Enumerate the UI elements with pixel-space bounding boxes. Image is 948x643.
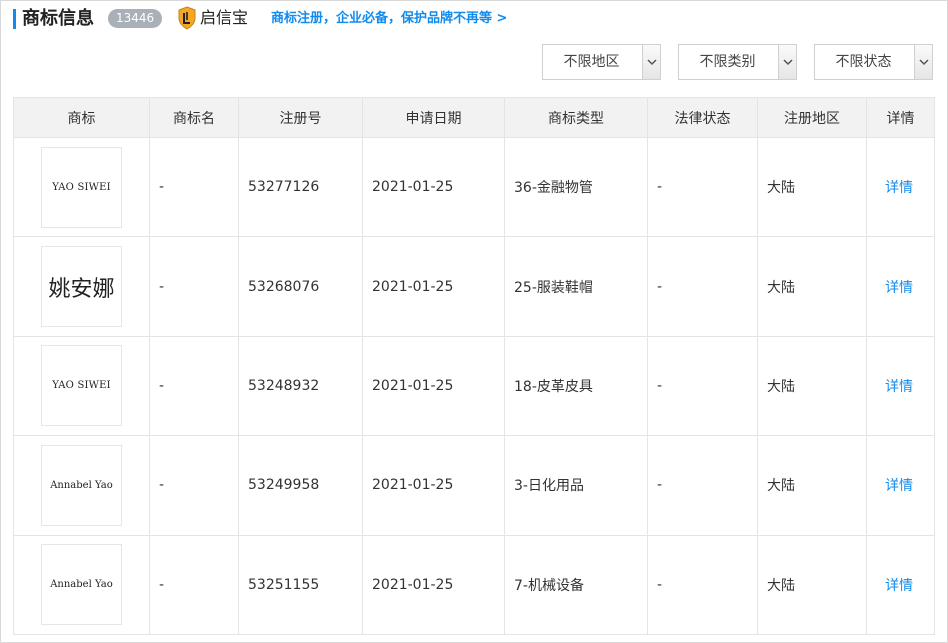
name-cell: - xyxy=(149,534,239,635)
detail-cell: 详情 xyxy=(866,136,935,238)
status-cell: - xyxy=(647,335,758,437)
detail-cell: 详情 xyxy=(866,335,935,437)
detail-cell: 详情 xyxy=(866,534,935,635)
detail-link[interactable]: 详情 xyxy=(885,578,913,594)
brand-name: 启信宝 xyxy=(200,8,249,27)
trademark-register-promo-link[interactable]: 商标注册，企业必备，保护品牌不再等 > xyxy=(271,9,507,29)
table-row: YAO SIWEI - 53277126 2021-01-25 36-金融物管 … xyxy=(13,136,935,238)
table-header-row: 商标 商标名 注册号 申请日期 商标类型 法律状态 注册地区 详情 xyxy=(13,97,935,138)
column-header-logo: 商标 xyxy=(13,97,150,138)
date-cell: 2021-01-25 xyxy=(362,435,505,536)
trademark-logo-image[interactable]: Annabel Yao xyxy=(41,444,122,526)
table-row: 姚安娜 - 53268076 2021-01-25 25-服装鞋帽 - 大陆 详… xyxy=(13,236,935,337)
region-cell: 大陆 xyxy=(757,435,867,536)
table-row: YAO SIWEI - 53248932 2021-01-25 18-皮革皮具 … xyxy=(13,335,935,437)
category-filter-select[interactable]: 不限类别 xyxy=(678,44,797,80)
type-cell: 18-皮革皮具 xyxy=(504,335,648,437)
type-cell: 7-机械设备 xyxy=(504,534,648,635)
table-row: Annabel Yao - 53249958 2021-01-25 3-日化用品… xyxy=(13,435,935,536)
detail-link[interactable]: 详情 xyxy=(885,478,913,494)
column-header-detail: 详情 xyxy=(866,97,935,138)
trademark-logo-text: YAO SIWEI xyxy=(52,181,111,193)
title-accent-bar xyxy=(13,9,16,29)
name-cell: - xyxy=(149,435,239,536)
reg-no-cell: 53249958 xyxy=(238,435,363,536)
reg-no-cell: 53277126 xyxy=(238,136,363,238)
date-cell: 2021-01-25 xyxy=(362,335,505,437)
name-cell: - xyxy=(149,335,239,437)
category-filter-dropdown-button[interactable] xyxy=(778,45,796,79)
reg-no-cell: 53248932 xyxy=(238,335,363,437)
region-filter-dropdown-button[interactable] xyxy=(642,45,660,79)
region-cell: 大陆 xyxy=(757,236,867,337)
logo-cell: YAO SIWEI xyxy=(13,136,150,238)
panel-header: 商标信息 13446 启信宝 商标注册，企业必备，保护品牌不再等 > xyxy=(1,1,948,37)
category-filter-value: 不限类别 xyxy=(699,54,756,70)
qixinbao-brand: 启信宝 xyxy=(177,5,248,31)
trademark-logo-text: 姚安娜 xyxy=(48,276,115,302)
status-cell: - xyxy=(647,435,758,536)
chevron-down-icon xyxy=(783,59,793,66)
column-header-region: 注册地区 xyxy=(757,97,867,138)
status-cell: - xyxy=(647,534,758,635)
region-cell: 大陆 xyxy=(757,534,867,635)
detail-cell: 详情 xyxy=(866,236,935,337)
region-filter-value: 不限地区 xyxy=(563,54,620,70)
column-header-name: 商标名 xyxy=(149,97,239,138)
table-row: Annabel Yao - 53251155 2021-01-25 7-机械设备… xyxy=(13,534,935,635)
trademark-logo-text: Annabel Yao xyxy=(50,579,113,591)
reg-no-cell: 53251155 xyxy=(238,534,363,635)
detail-cell: 详情 xyxy=(866,435,935,536)
trademark-logo-image[interactable]: Annabel Yao xyxy=(41,544,122,626)
type-cell: 3-日化用品 xyxy=(504,435,648,536)
trademark-logo-image[interactable]: YAO SIWEI xyxy=(41,345,122,427)
date-cell: 2021-01-25 xyxy=(362,136,505,238)
status-filter-value: 不限状态 xyxy=(835,54,892,70)
chevron-down-icon xyxy=(919,59,929,66)
detail-link[interactable]: 详情 xyxy=(885,379,913,395)
column-header-date: 申请日期 xyxy=(362,97,505,138)
status-filter-dropdown-button[interactable] xyxy=(914,45,932,79)
trademark-logo-text: YAO SIWEI xyxy=(52,380,111,392)
count-badge: 13446 xyxy=(108,9,163,28)
date-cell: 2021-01-25 xyxy=(362,534,505,635)
trademark-logo-text: Annabel Yao xyxy=(50,479,113,491)
detail-link[interactable]: 详情 xyxy=(885,180,913,196)
reg-no-cell: 53268076 xyxy=(238,236,363,337)
detail-link[interactable]: 详情 xyxy=(885,280,913,296)
logo-cell: Annabel Yao xyxy=(13,435,150,536)
qixinbao-shield-icon xyxy=(177,6,197,30)
trademark-panel: 商标信息 13446 启信宝 商标注册，企业必备，保护品牌不再等 > 不限地区 … xyxy=(0,0,948,643)
logo-cell: YAO SIWEI xyxy=(13,335,150,437)
type-cell: 36-金融物管 xyxy=(504,136,648,238)
type-cell: 25-服装鞋帽 xyxy=(504,236,648,337)
column-header-reg-no: 注册号 xyxy=(238,97,363,138)
trademark-table: 商标 商标名 注册号 申请日期 商标类型 法律状态 注册地区 详情 YAO SI… xyxy=(13,97,935,635)
column-header-type: 商标类型 xyxy=(504,97,648,138)
trademark-logo-image[interactable]: 姚安娜 xyxy=(41,246,122,328)
date-cell: 2021-01-25 xyxy=(362,236,505,337)
status-cell: - xyxy=(647,136,758,238)
trademark-logo-image[interactable]: YAO SIWEI xyxy=(41,146,122,228)
name-cell: - xyxy=(149,136,239,238)
column-header-status: 法律状态 xyxy=(647,97,758,138)
chevron-down-icon xyxy=(647,59,657,66)
region-cell: 大陆 xyxy=(757,136,867,238)
name-cell: - xyxy=(149,236,239,337)
region-cell: 大陆 xyxy=(757,335,867,437)
status-filter-select[interactable]: 不限状态 xyxy=(814,44,933,80)
region-filter-select[interactable]: 不限地区 xyxy=(542,44,661,80)
logo-cell: Annabel Yao xyxy=(13,534,150,635)
logo-cell: 姚安娜 xyxy=(13,236,150,337)
status-cell: - xyxy=(647,236,758,337)
page-title: 商标信息 xyxy=(22,8,94,29)
